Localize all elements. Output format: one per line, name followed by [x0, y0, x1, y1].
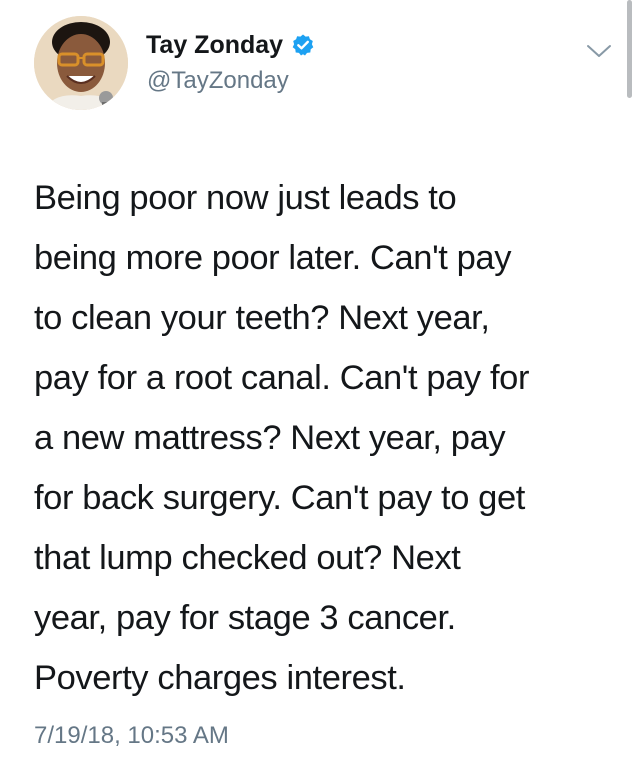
- scrollbar[interactable]: [627, 0, 632, 98]
- verified-badge-icon: [292, 34, 314, 56]
- tweet-line: being more poor later. Can't pay: [34, 239, 512, 277]
- tweet-card: Tay Zonday @TayZonday Being poor now jus…: [0, 0, 640, 773]
- tweet-line: Being poor now just leads to: [34, 179, 457, 217]
- tweet-line: Poverty charges interest.: [34, 659, 406, 697]
- avatar[interactable]: [34, 16, 128, 110]
- chevron-down-icon[interactable]: [584, 40, 614, 62]
- tweet-line: to clean your teeth? Next year,: [34, 299, 490, 337]
- display-name[interactable]: Tay Zonday: [146, 30, 283, 60]
- tweet-line: year, pay for stage 3 cancer.: [34, 599, 456, 637]
- tweet-line: that lump checked out? Next: [34, 539, 461, 577]
- tweet-line: pay for a root canal. Can't pay for: [34, 359, 530, 397]
- user-handle[interactable]: @TayZonday: [147, 66, 289, 96]
- name-row: Tay Zonday: [146, 30, 315, 60]
- avatar-image: [34, 16, 128, 110]
- tweet-text: Being poor now just leads to being more …: [34, 168, 614, 708]
- tweet-timestamp[interactable]: 7/19/18, 10:53 AM: [34, 720, 229, 752]
- tweet-line: for back surgery. Can't pay to get: [34, 479, 525, 517]
- tweet-line: a new mattress? Next year, pay: [34, 419, 506, 457]
